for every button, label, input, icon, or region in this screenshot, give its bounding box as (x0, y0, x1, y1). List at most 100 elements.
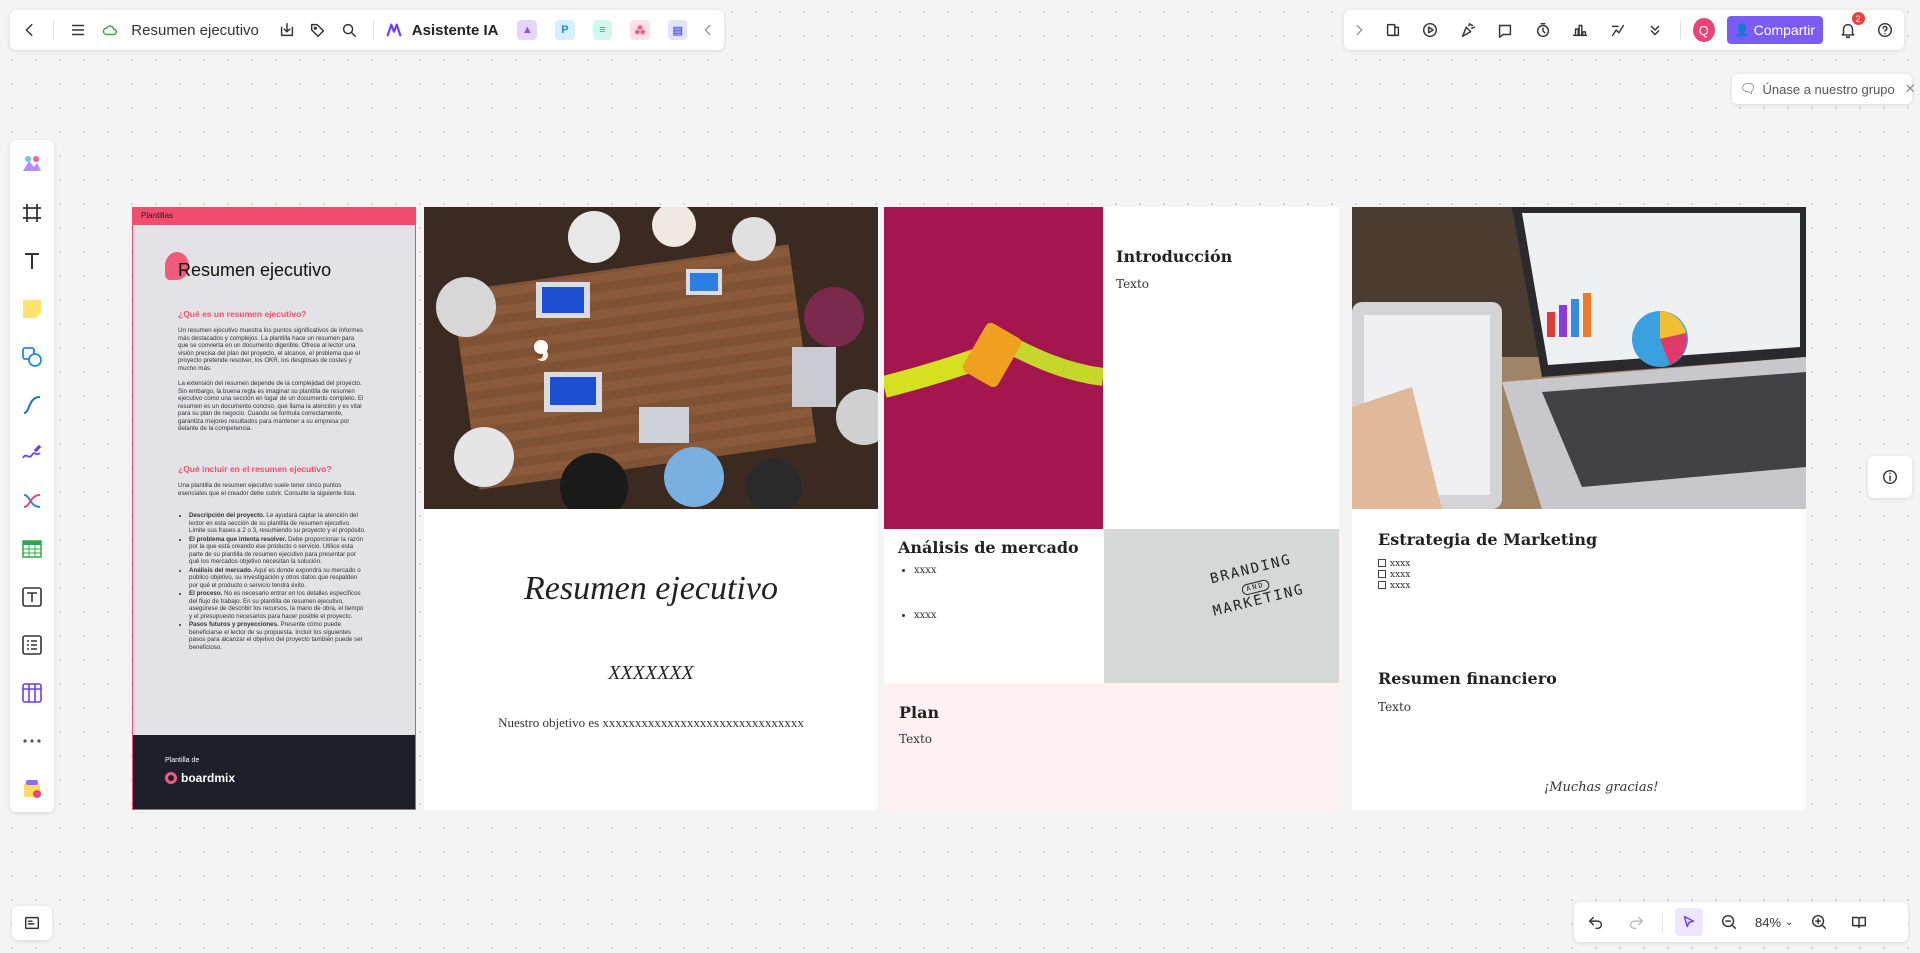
thanks-text: ¡Muchas gracias! (1544, 780, 1659, 795)
comment-icon[interactable] (1492, 16, 1517, 44)
close-icon[interactable]: ✕ (1905, 81, 1916, 97)
zoom-out-icon[interactable] (1715, 908, 1743, 936)
branding-text: BRANDING AND MARKETING (1204, 550, 1307, 620)
list-item: xxxx (914, 610, 937, 621)
image-plugin-icon[interactable]: ▲ (517, 20, 538, 40)
connector-tool-icon[interactable] (16, 388, 48, 422)
pen-tool-icon[interactable] (16, 436, 48, 470)
executive-summary-guide-board[interactable]: Plantillas Resumen ejecutivo ¿Qué es un … (132, 207, 416, 810)
toolbar-divider (1662, 912, 1663, 932)
undo-icon[interactable] (1582, 908, 1610, 936)
shape-tool-icon[interactable] (16, 340, 48, 374)
checklist-item[interactable]: xxxx (1378, 570, 1410, 581)
more-chevron-icon[interactable] (1642, 16, 1667, 44)
activity-icon[interactable] (1605, 16, 1630, 44)
back-icon[interactable] (16, 16, 43, 44)
guide-footer: Plantilla de boardmix (133, 735, 415, 809)
guide-title: Resumen ejecutivo (178, 260, 332, 280)
redo-icon[interactable] (1622, 908, 1650, 936)
expand-right-icon[interactable] (1350, 16, 1368, 44)
text-tool-icon[interactable] (16, 244, 48, 278)
help-icon[interactable] (1873, 16, 1898, 44)
boardmix-logo: boardmix (165, 771, 235, 785)
minimap-button[interactable] (12, 906, 52, 940)
guide-paragraph-1: Un resumen ejecutivo muestra los puntos … (178, 327, 364, 372)
market-title: Análisis de mercado (898, 538, 1079, 557)
checklist-item[interactable]: xxxx (1378, 581, 1410, 592)
finance-title: Resumen financiero (1378, 669, 1557, 688)
timer-icon[interactable] (1530, 16, 1555, 44)
list-item: Descripción del proyecto. Le ayudará cap… (189, 512, 367, 535)
left-tools-toolbar (10, 140, 54, 812)
apps-tool-icon[interactable] (16, 772, 48, 806)
frame-tool-icon[interactable] (16, 196, 48, 230)
bottom-toolbar: 84% ⌄ (1574, 902, 1908, 942)
boardmix-logo-icon (165, 772, 177, 784)
finance-text: Texto (1378, 700, 1411, 714)
cover-title: Resumen ejecutivo (524, 570, 778, 607)
laptop-tablet-image (1352, 207, 1806, 509)
share-button[interactable]: 👤 Compartir (1726, 16, 1824, 44)
search-icon[interactable] (336, 16, 363, 44)
plan-title: Plan (899, 703, 940, 722)
laptop-chart-photo (1352, 207, 1806, 509)
guide-paragraph-3: Una plantilla de resumen ejecutivo suele… (178, 482, 357, 497)
strategy-title: Estrategia de Marketing (1378, 530, 1598, 549)
ai-assistant-label[interactable]: Asistente IA (412, 22, 499, 39)
presentation-plugin-icon[interactable]: P (555, 20, 575, 40)
ai-assistant-icon[interactable] (384, 16, 404, 44)
kanban-tool-icon[interactable] (16, 676, 48, 710)
checkbox-icon[interactable] (1378, 570, 1386, 578)
minimap-icon (18, 909, 46, 937)
play-icon[interactable] (1417, 16, 1442, 44)
celebrate-icon[interactable] (1455, 16, 1480, 44)
download-icon[interactable] (273, 16, 300, 44)
menu-icon[interactable] (64, 16, 91, 44)
list-tool-icon[interactable] (16, 628, 48, 662)
strategy-checklist: xxxx xxxx xxxx (1378, 559, 1410, 592)
text-box-tool-icon[interactable] (16, 580, 48, 614)
toolbar-divider (373, 20, 375, 40)
strategy-slide[interactable]: Estrategia de Marketing xxxx xxxx xxxx R… (1352, 207, 1806, 810)
flowchart-plugin-icon[interactable]: ⁂ (630, 20, 650, 40)
plan-text: Texto (899, 732, 932, 746)
tag-icon[interactable] (304, 16, 331, 44)
cover-objective: Nuestro objetivo es xxxxxxxxxxxxxxxxxxxx… (498, 715, 804, 730)
handshake-phone-photo (884, 207, 1103, 529)
guide-question-1: ¿Qué es un resumen ejecutivo? (178, 309, 307, 319)
guide-bullet-list: Descripción del proyecto. Le ayudará cap… (189, 512, 367, 652)
templates-icon[interactable] (1380, 16, 1405, 44)
add-user-icon: 👤 (1734, 23, 1750, 37)
sticky-note-tool-icon[interactable] (16, 292, 48, 326)
checklist-item[interactable]: xxxx (1378, 559, 1410, 570)
join-group-banner[interactable]: 🗨 Únase a nuestro grupo ✕ (1732, 74, 1916, 104)
select-cursor-icon[interactable] (1675, 908, 1703, 936)
cover-slide[interactable]: Resumen ejecutivo XXXXXXX Nuestro objeti… (424, 207, 878, 810)
top-left-toolbar: Resumen ejecutivo Asistente IA ▲ P ≡ ⁂ ▤ (10, 10, 724, 50)
share-label: Compartir (1753, 22, 1816, 38)
checkbox-icon[interactable] (1378, 559, 1386, 567)
vote-icon[interactable] (1567, 16, 1592, 44)
table-tool-icon[interactable] (16, 532, 48, 566)
info-icon (1876, 463, 1904, 491)
document-title[interactable]: Resumen ejecutivo (131, 22, 259, 39)
templates-tag: Plantillas (133, 208, 415, 225)
zoom-in-icon[interactable] (1805, 908, 1833, 936)
collapse-left-icon[interactable] (698, 16, 718, 44)
more-tools-icon[interactable] (16, 724, 48, 758)
chat-plugin-icon[interactable]: ▤ (667, 20, 688, 40)
notification-bell-icon[interactable]: 2 (1835, 12, 1865, 44)
book-view-icon[interactable] (1845, 908, 1873, 936)
guide-question-2: ¿Qué incluir en el resumen ejecutivo? (178, 464, 332, 474)
cloud-saved-icon (96, 16, 123, 44)
mindmap-tool-icon[interactable] (16, 484, 48, 518)
market-list: xxxx xxxx (914, 565, 937, 621)
group-chat-icon: 🗨 (1740, 81, 1757, 96)
templates-tool-icon[interactable] (16, 148, 48, 182)
checkbox-icon[interactable] (1378, 581, 1386, 589)
avatar[interactable]: Q (1692, 18, 1715, 42)
info-button[interactable] (1868, 456, 1912, 498)
mindmap-plugin-icon[interactable]: ≡ (592, 20, 613, 40)
zoom-level-dropdown[interactable]: 84% ⌄ (1755, 915, 1793, 930)
overview-slide[interactable]: Introducción Texto Análisis de mercado x… (884, 207, 1339, 810)
